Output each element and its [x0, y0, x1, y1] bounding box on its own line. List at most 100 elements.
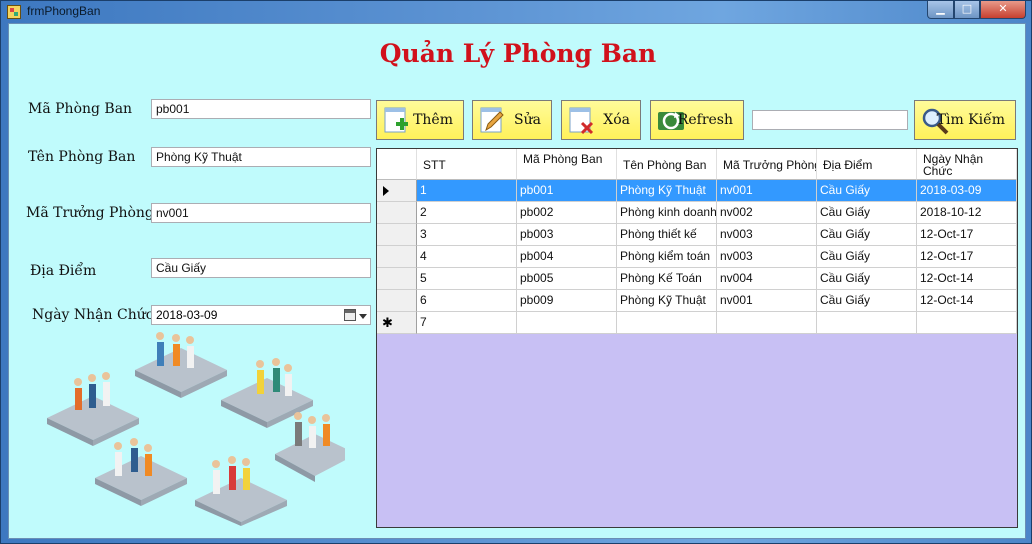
row-header[interactable]: [377, 246, 417, 268]
window-title: frmPhongBan: [27, 4, 101, 18]
calendar-icon[interactable]: [344, 309, 356, 321]
ngay-nhan-chuc-label: Ngày Nhận Chức: [32, 307, 154, 323]
cell-ma-phong-ban[interactable]: pb004: [517, 246, 617, 268]
search-button[interactable]: Tìm Kiếm: [914, 100, 1016, 140]
cell-stt[interactable]: 5: [417, 268, 517, 290]
cell-ma-phong-ban[interactable]: pb002: [517, 202, 617, 224]
cell-dia-diem[interactable]: Cầu Giấy: [817, 202, 917, 224]
cell-stt[interactable]: 1: [417, 180, 517, 202]
column-header-dia-diem[interactable]: Địa Điểm: [817, 149, 917, 180]
search-input[interactable]: [752, 110, 908, 130]
cell-stt[interactable]: 2: [417, 202, 517, 224]
puzzle-piece: [221, 378, 313, 428]
cell-ten-phong-ban[interactable]: Phòng Kỹ Thuật: [617, 290, 717, 312]
edit-button-label: Sửa: [514, 112, 541, 128]
cell-ngay-nhan-chuc[interactable]: 12-Oct-14: [917, 290, 1017, 312]
column-header-ma-truong-phong[interactable]: Mã Trưởng Phòng: [717, 149, 817, 180]
row-header[interactable]: [377, 180, 417, 202]
grid-corner: [377, 149, 417, 180]
minimize-button[interactable]: ▁: [927, 1, 954, 19]
cell-ma-truong-phong[interactable]: nv002: [717, 202, 817, 224]
cell-stt[interactable]: 4: [417, 246, 517, 268]
cell-ten-phong-ban[interactable]: Phòng Kỹ Thuật: [617, 180, 717, 202]
cell-ma-phong-ban[interactable]: pb009: [517, 290, 617, 312]
cell-ten-phong-ban[interactable]: Phòng Kế Toán: [617, 268, 717, 290]
row-header[interactable]: [377, 290, 417, 312]
title-bar[interactable]: frmPhongBan ▁ □ ✕: [1, 1, 1031, 23]
column-header-ten-phong-ban[interactable]: Tên Phòng Ban: [617, 149, 717, 180]
table-row[interactable]: 2 pb002 Phòng kinh doanh nv002 Cầu Giấy 2018-…: [377, 202, 1017, 224]
edit-document-icon: [480, 107, 504, 133]
new-row[interactable]: ✱ 7: [377, 312, 1017, 334]
cell-ten-phong-ban[interactable]: Phòng thiết kế: [617, 224, 717, 246]
ma-phong-ban-input[interactable]: pb001: [151, 99, 371, 119]
cell-stt[interactable]: 7: [417, 312, 517, 334]
cell-dia-diem[interactable]: [817, 312, 917, 334]
table-row[interactable]: 5 pb005 Phòng Kế Toán nv004 Cầu Giấy 12-Oct-1…: [377, 268, 1017, 290]
cell-dia-diem[interactable]: Cầu Giấy: [817, 224, 917, 246]
puzzle-piece: [195, 478, 287, 526]
cell-ma-truong-phong[interactable]: [717, 312, 817, 334]
maximize-button[interactable]: □: [954, 1, 980, 19]
app-window: frmPhongBan ▁ □ ✕ Quản Lý Phòng Ban Mã P…: [0, 0, 1032, 544]
cell-ten-phong-ban[interactable]: Phòng kinh doanh: [617, 202, 717, 224]
phong-ban-grid[interactable]: STT Mã Phòng Ban Tên Phòng Ban Mã Trưởng…: [376, 148, 1018, 528]
app-icon: [7, 5, 21, 19]
delete-button-label: Xóa: [603, 112, 630, 128]
cell-ma-truong-phong[interactable]: nv004: [717, 268, 817, 290]
cell-ma-truong-phong[interactable]: nv001: [717, 290, 817, 312]
table-row[interactable]: 1 pb001 Phòng Kỹ Thuật nv001 Cầu Giấy 2018-03…: [377, 180, 1017, 202]
cell-ma-truong-phong[interactable]: nv003: [717, 246, 817, 268]
ma-truong-phong-input[interactable]: nv001: [151, 203, 371, 223]
cell-stt[interactable]: 3: [417, 224, 517, 246]
row-header[interactable]: [377, 224, 417, 246]
cell-ten-phong-ban[interactable]: [617, 312, 717, 334]
cell-ma-truong-phong[interactable]: nv001: [717, 180, 817, 202]
edit-button[interactable]: Sửa: [472, 100, 552, 140]
add-button-label: Thêm: [413, 112, 453, 128]
row-header[interactable]: [377, 202, 417, 224]
close-button[interactable]: ✕: [980, 1, 1026, 19]
cell-ma-phong-ban[interactable]: pb001: [517, 180, 617, 202]
table-row[interactable]: 3 pb003 Phòng thiết kế nv003 Cầu Giấy 12-Oct-…: [377, 224, 1017, 246]
refresh-button[interactable]: Refresh: [650, 100, 744, 140]
dia-diem-label: Địa Điểm: [30, 263, 97, 279]
add-button[interactable]: Thêm: [376, 100, 464, 140]
form-client-area: Quản Lý Phòng Ban Mã Phòng Ban pb001 Tên…: [8, 23, 1026, 539]
table-row[interactable]: 6 pb009 Phòng Kỹ Thuật nv001 Cầu Giấy 12-Oct-…: [377, 290, 1017, 312]
cell-ngay-nhan-chuc[interactable]: 12-Oct-17: [917, 246, 1017, 268]
chevron-down-icon[interactable]: [359, 314, 367, 319]
dia-diem-input[interactable]: Cầu Giấy: [151, 258, 371, 278]
cell-ngay-nhan-chuc[interactable]: 2018-10-12: [917, 202, 1017, 224]
table-row[interactable]: 4 pb004 Phòng kiểm toán nv003 Cầu Giấy 12-Oct…: [377, 246, 1017, 268]
new-row-star-icon: ✱: [382, 315, 393, 330]
ten-phong-ban-label: Tên Phòng Ban: [28, 149, 136, 165]
cell-ngay-nhan-chuc[interactable]: 2018-03-09: [917, 180, 1017, 202]
refresh-button-label: Refresh: [677, 112, 733, 128]
cell-dia-diem[interactable]: Cầu Giấy: [817, 290, 917, 312]
cell-ma-phong-ban[interactable]: pb003: [517, 224, 617, 246]
column-header-ma-phong-ban[interactable]: Mã Phòng Ban: [517, 149, 617, 180]
cell-ngay-nhan-chuc[interactable]: 12-Oct-17: [917, 224, 1017, 246]
row-header[interactable]: ✱: [377, 312, 417, 334]
cell-ma-phong-ban[interactable]: [517, 312, 617, 334]
cell-stt[interactable]: 6: [417, 290, 517, 312]
ten-phong-ban-input[interactable]: Phòng Kỹ Thuật: [151, 147, 371, 167]
column-header-stt[interactable]: STT: [417, 149, 517, 180]
column-header-ngay-nhan-chuc[interactable]: Ngày Nhận Chức: [917, 149, 1017, 180]
cell-dia-diem[interactable]: Cầu Giấy: [817, 268, 917, 290]
ma-truong-phong-label: Mã Trưởng Phòng: [26, 205, 154, 221]
cell-ten-phong-ban[interactable]: Phòng kiểm toán: [617, 246, 717, 268]
cell-dia-diem[interactable]: Cầu Giấy: [817, 246, 917, 268]
delete-button[interactable]: Xóa: [561, 100, 641, 140]
ngay-nhan-chuc-datepicker[interactable]: 2018-03-09: [151, 305, 371, 325]
puzzle-piece: [95, 456, 187, 506]
cell-ngay-nhan-chuc[interactable]: [917, 312, 1017, 334]
cell-ma-phong-ban[interactable]: pb005: [517, 268, 617, 290]
cell-ngay-nhan-chuc[interactable]: 12-Oct-14: [917, 268, 1017, 290]
cell-ma-truong-phong[interactable]: nv003: [717, 224, 817, 246]
cell-dia-diem[interactable]: Cầu Giấy: [817, 180, 917, 202]
row-header[interactable]: [377, 268, 417, 290]
delete-document-icon: [569, 107, 594, 135]
team-puzzle-illustration: [47, 332, 345, 526]
